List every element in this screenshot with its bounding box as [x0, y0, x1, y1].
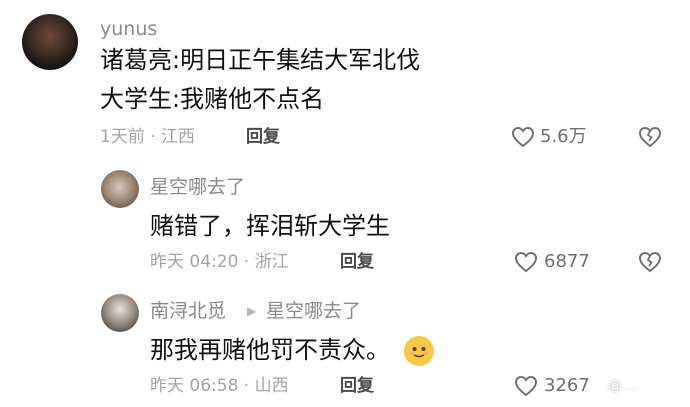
comment-username[interactable]: 星空哪去了	[150, 176, 245, 198]
comment-time-location: 昨天 06:58 · 山西	[150, 376, 289, 396]
avatar[interactable]	[101, 294, 139, 332]
like-count: 3267	[544, 375, 590, 396]
avatar[interactable]	[22, 14, 78, 70]
triangle-right-icon: ▶	[247, 304, 257, 318]
comment-text-line-2: 大学生:我赌他不点名	[100, 85, 325, 113]
comment-time-location: 昨天 04:20 · 浙江	[150, 252, 289, 272]
heart-outline-icon[interactable]	[511, 126, 535, 148]
reply-button[interactable]: 回复	[340, 251, 374, 273]
watermark-text: @…	[608, 378, 636, 394]
comment-username[interactable]: 南浔北觅	[150, 300, 226, 322]
comment-time-location: 1天前 · 江西	[100, 127, 196, 147]
broken-heart-icon[interactable]	[638, 126, 662, 148]
heart-outline-icon[interactable]	[514, 375, 538, 397]
reply-button[interactable]: 回复	[246, 126, 280, 148]
smiling-face-emoji	[404, 336, 434, 366]
comment-username[interactable]: yunus	[100, 18, 157, 40]
reply-to-username[interactable]: 星空哪去了	[266, 300, 361, 322]
comment-text: 赌错了，挥泪斩大学生	[150, 212, 390, 240]
reply-button[interactable]: 回复	[340, 375, 374, 397]
comment-text-line-1: 诸葛亮:明日正午集结大军北伐	[100, 46, 421, 74]
avatar[interactable]	[101, 170, 139, 208]
heart-outline-icon[interactable]	[514, 251, 538, 273]
like-count: 6877	[544, 251, 590, 272]
comment-text: 那我再赌他罚不责众。	[150, 336, 390, 364]
broken-heart-icon[interactable]	[638, 251, 662, 273]
like-count: 5.6万	[540, 126, 587, 147]
